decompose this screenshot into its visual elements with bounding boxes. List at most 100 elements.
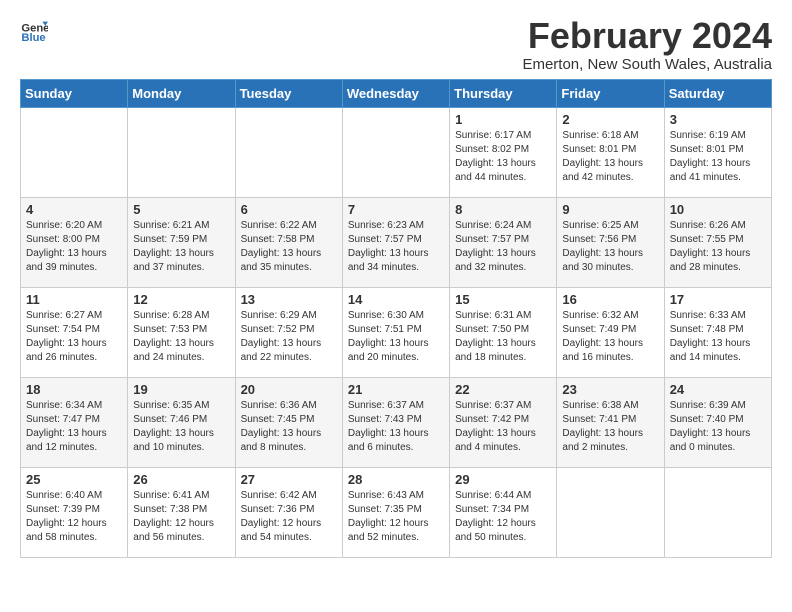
calendar-header-cell: Saturday (664, 79, 771, 107)
day-number: 21 (348, 382, 444, 397)
calendar-week-row: 4 Sunrise: 6:20 AM Sunset: 8:00 PM Daylig… (21, 197, 772, 287)
day-info: Sunrise: 6:28 AM Sunset: 7:53 PM Dayligh… (133, 309, 229, 365)
day-info: Sunrise: 6:42 AM Sunset: 7:36 PM Dayligh… (241, 489, 337, 545)
calendar-cell: 23 Sunrise: 6:38 AM Sunset: 7:41 PM Dayli… (557, 377, 664, 467)
day-info: Sunrise: 6:39 AM Sunset: 7:40 PM Dayligh… (670, 399, 766, 455)
day-number: 13 (241, 292, 337, 307)
calendar-cell: 21 Sunrise: 6:37 AM Sunset: 7:43 PM Dayli… (342, 377, 449, 467)
day-info: Sunrise: 6:24 AM Sunset: 7:57 PM Dayligh… (455, 219, 551, 275)
day-info: Sunrise: 6:38 AM Sunset: 7:41 PM Dayligh… (562, 399, 658, 455)
day-number: 16 (562, 292, 658, 307)
day-number: 23 (562, 382, 658, 397)
calendar-week-row: 11 Sunrise: 6:27 AM Sunset: 7:54 PM Dayli… (21, 287, 772, 377)
calendar-cell: 6 Sunrise: 6:22 AM Sunset: 7:58 PM Daylig… (235, 197, 342, 287)
day-info: Sunrise: 6:37 AM Sunset: 7:42 PM Dayligh… (455, 399, 551, 455)
day-number: 9 (562, 202, 658, 217)
day-number: 6 (241, 202, 337, 217)
day-number: 20 (241, 382, 337, 397)
day-number: 19 (133, 382, 229, 397)
day-number: 4 (26, 202, 122, 217)
calendar-cell: 8 Sunrise: 6:24 AM Sunset: 7:57 PM Daylig… (450, 197, 557, 287)
calendar-cell: 14Sunrise: 6:30 AM Sunset: 7:51 PM Dayli… (342, 287, 449, 377)
calendar-cell: 7 Sunrise: 6:23 AM Sunset: 7:57 PM Daylig… (342, 197, 449, 287)
calendar-cell: 9 Sunrise: 6:25 AM Sunset: 7:56 PM Daylig… (557, 197, 664, 287)
calendar-cell: 17 Sunrise: 6:33 AM Sunset: 7:48 PM Dayli… (664, 287, 771, 377)
day-number: 28 (348, 472, 444, 487)
day-info: Sunrise: 6:23 AM Sunset: 7:57 PM Dayligh… (348, 219, 444, 275)
calendar-cell: 19 Sunrise: 6:35 AM Sunset: 7:46 PM Dayli… (128, 377, 235, 467)
day-number: 26 (133, 472, 229, 487)
day-info: Sunrise: 6:35 AM Sunset: 7:46 PM Dayligh… (133, 399, 229, 455)
calendar-cell (664, 467, 771, 557)
calendar-cell: 3 Sunrise: 6:19 AM Sunset: 8:01 PM Daylig… (664, 107, 771, 197)
day-info: Sunrise: 6:27 AM Sunset: 7:54 PM Dayligh… (26, 309, 122, 365)
day-info: Sunrise: 6:41 AM Sunset: 7:38 PM Dayligh… (133, 489, 229, 545)
calendar-header-cell: Wednesday (342, 79, 449, 107)
day-number: 18 (26, 382, 122, 397)
day-number: 11 (26, 292, 122, 307)
calendar-table: SundayMondayTuesdayWednesdayThursdayFrid… (20, 79, 772, 558)
calendar-cell (21, 107, 128, 197)
calendar-cell (128, 107, 235, 197)
day-info: Sunrise: 6:34 AM Sunset: 7:47 PM Dayligh… (26, 399, 122, 455)
calendar-cell: 29 Sunrise: 6:44 AM Sunset: 7:34 PM Dayli… (450, 467, 557, 557)
day-info: Sunrise: 6:44 AM Sunset: 7:34 PM Dayligh… (455, 489, 551, 545)
day-number: 2 (562, 112, 658, 127)
calendar-cell: 12 Sunrise: 6:28 AM Sunset: 7:53 PM Dayli… (128, 287, 235, 377)
calendar-cell: 5 Sunrise: 6:21 AM Sunset: 7:59 PM Daylig… (128, 197, 235, 287)
day-number: 25 (26, 472, 122, 487)
calendar-cell: 28 Sunrise: 6:43 AM Sunset: 7:35 PM Dayli… (342, 467, 449, 557)
day-number: 7 (348, 202, 444, 217)
calendar-week-row: 25 Sunrise: 6:40 AM Sunset: 7:39 PM Dayli… (21, 467, 772, 557)
calendar-body: 1Sunrise: 6:17 AM Sunset: 8:02 PM Daylig… (21, 107, 772, 557)
location-title: Emerton, New South Wales, Australia (522, 56, 772, 73)
calendar-cell: 11 Sunrise: 6:27 AM Sunset: 7:54 PM Dayli… (21, 287, 128, 377)
day-info: Sunrise: 6:33 AM Sunset: 7:48 PM Dayligh… (670, 309, 766, 365)
svg-text:Blue: Blue (21, 32, 45, 44)
day-info: Sunrise: 6:31 AM Sunset: 7:50 PM Dayligh… (455, 309, 551, 365)
calendar-cell: 13Sunrise: 6:29 AM Sunset: 7:52 PM Dayli… (235, 287, 342, 377)
logo-icon: General Blue (20, 16, 48, 44)
day-number: 12 (133, 292, 229, 307)
calendar-header-cell: Friday (557, 79, 664, 107)
calendar-cell (557, 467, 664, 557)
day-number: 1 (455, 112, 551, 127)
day-number: 5 (133, 202, 229, 217)
day-info: Sunrise: 6:37 AM Sunset: 7:43 PM Dayligh… (348, 399, 444, 455)
calendar-cell: 1Sunrise: 6:17 AM Sunset: 8:02 PM Daylig… (450, 107, 557, 197)
day-info: Sunrise: 6:20 AM Sunset: 8:00 PM Dayligh… (26, 219, 122, 275)
header: General Blue February 2024 Emerton, New … (20, 16, 772, 73)
calendar-cell: 2 Sunrise: 6:18 AM Sunset: 8:01 PM Daylig… (557, 107, 664, 197)
calendar-cell: 16 Sunrise: 6:32 AM Sunset: 7:49 PM Dayli… (557, 287, 664, 377)
day-number: 17 (670, 292, 766, 307)
calendar-header-cell: Sunday (21, 79, 128, 107)
day-info: Sunrise: 6:43 AM Sunset: 7:35 PM Dayligh… (348, 489, 444, 545)
day-info: Sunrise: 6:21 AM Sunset: 7:59 PM Dayligh… (133, 219, 229, 275)
title-area: February 2024 Emerton, New South Wales, … (522, 16, 772, 73)
calendar-cell: 15 Sunrise: 6:31 AM Sunset: 7:50 PM Dayli… (450, 287, 557, 377)
day-info: Sunrise: 6:40 AM Sunset: 7:39 PM Dayligh… (26, 489, 122, 545)
day-info: Sunrise: 6:19 AM Sunset: 8:01 PM Dayligh… (670, 129, 766, 185)
calendar-cell: 22 Sunrise: 6:37 AM Sunset: 7:42 PM Dayli… (450, 377, 557, 467)
day-info: Sunrise: 6:36 AM Sunset: 7:45 PM Dayligh… (241, 399, 337, 455)
day-info: Sunrise: 6:25 AM Sunset: 7:56 PM Dayligh… (562, 219, 658, 275)
day-info: Sunrise: 6:22 AM Sunset: 7:58 PM Dayligh… (241, 219, 337, 275)
calendar-cell: 20 Sunrise: 6:36 AM Sunset: 7:45 PM Dayli… (235, 377, 342, 467)
calendar-cell: 26 Sunrise: 6:41 AM Sunset: 7:38 PM Dayli… (128, 467, 235, 557)
day-info: Sunrise: 6:18 AM Sunset: 8:01 PM Dayligh… (562, 129, 658, 185)
calendar-cell: 25 Sunrise: 6:40 AM Sunset: 7:39 PM Dayli… (21, 467, 128, 557)
day-number: 22 (455, 382, 551, 397)
calendar-cell: 4 Sunrise: 6:20 AM Sunset: 8:00 PM Daylig… (21, 197, 128, 287)
calendar-cell (235, 107, 342, 197)
calendar-cell (342, 107, 449, 197)
calendar-week-row: 1Sunrise: 6:17 AM Sunset: 8:02 PM Daylig… (21, 107, 772, 197)
day-info: Sunrise: 6:26 AM Sunset: 7:55 PM Dayligh… (670, 219, 766, 275)
day-info: Sunrise: 6:32 AM Sunset: 7:49 PM Dayligh… (562, 309, 658, 365)
calendar-cell: 27Sunrise: 6:42 AM Sunset: 7:36 PM Dayli… (235, 467, 342, 557)
day-number: 8 (455, 202, 551, 217)
calendar-week-row: 18 Sunrise: 6:34 AM Sunset: 7:47 PM Dayli… (21, 377, 772, 467)
day-number: 3 (670, 112, 766, 127)
day-number: 15 (455, 292, 551, 307)
day-number: 29 (455, 472, 551, 487)
calendar-header-cell: Thursday (450, 79, 557, 107)
